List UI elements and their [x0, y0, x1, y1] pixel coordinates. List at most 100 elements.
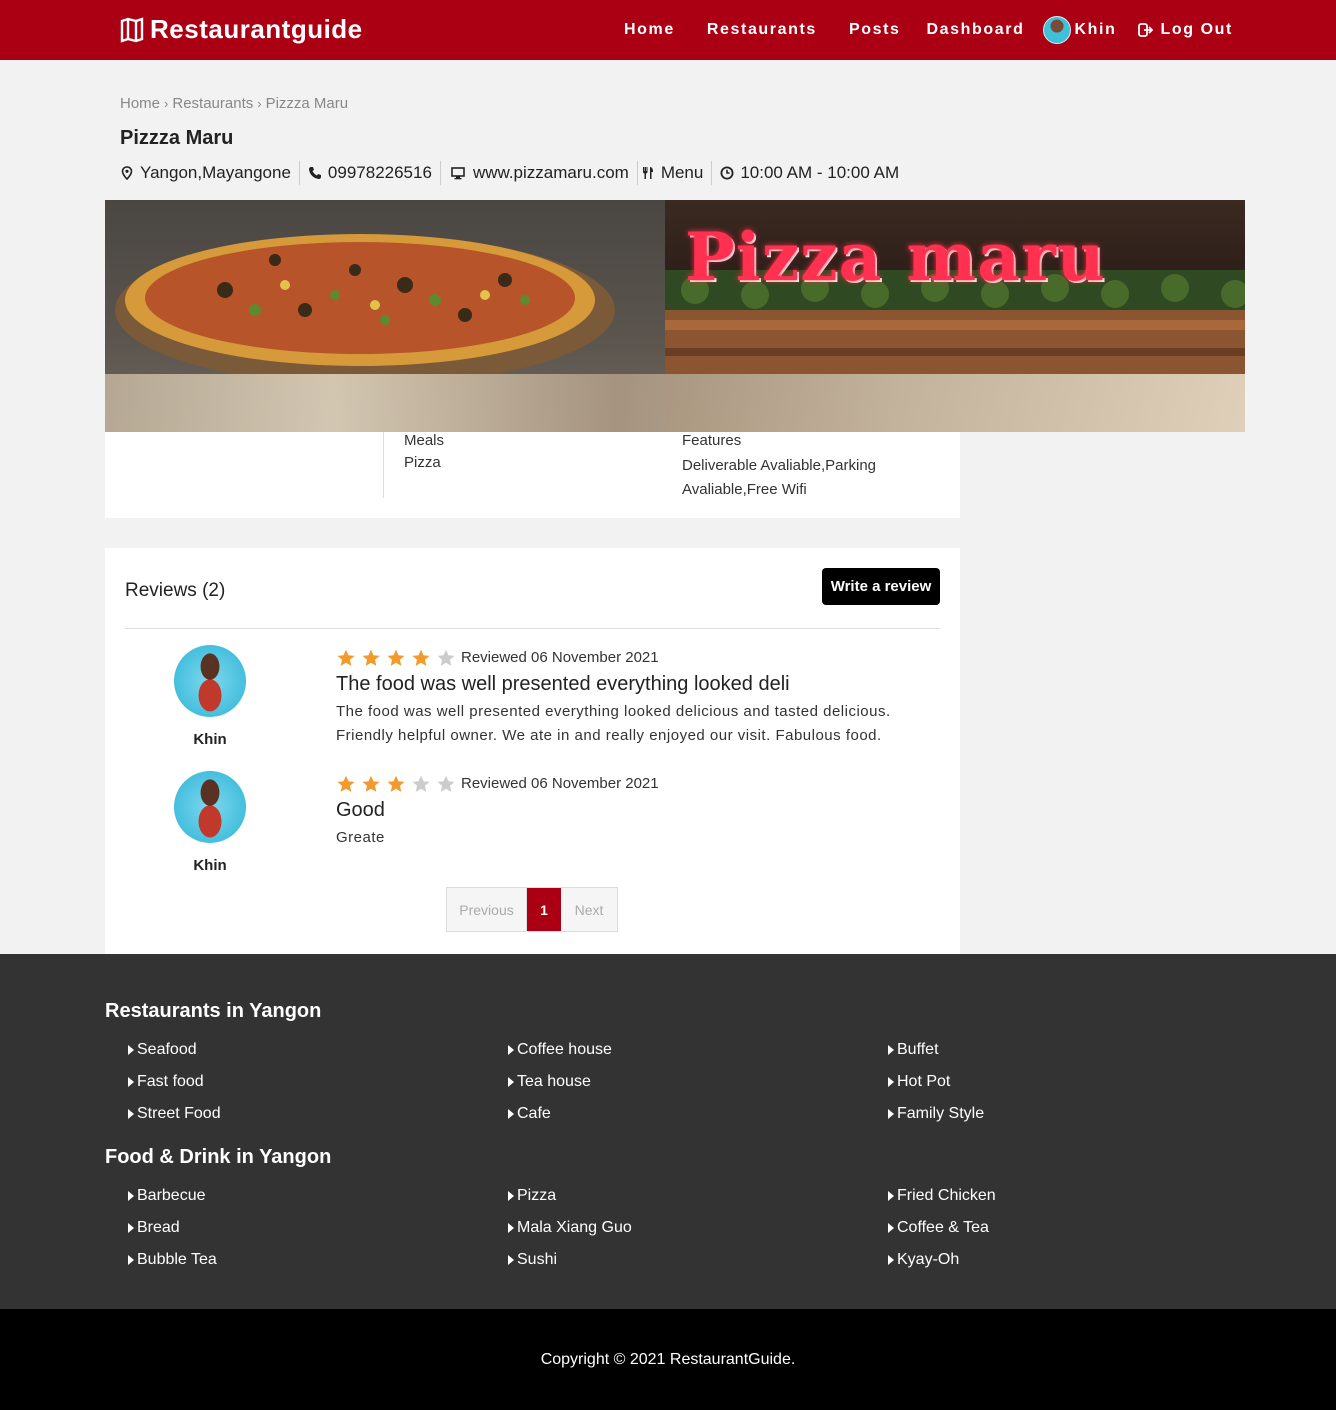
reviewer-avatar[interactable] [174, 771, 246, 843]
nav-restaurants-link[interactable]: Restaurants [707, 21, 817, 39]
pagination-previous[interactable]: Previous [447, 888, 527, 931]
details-divider [383, 432, 384, 498]
footer-section-title: Food & Drink in Yangon [105, 1146, 332, 1168]
cutlery-icon [642, 167, 653, 179]
website-info: www.pizzamaru.com [441, 161, 638, 185]
footer-link[interactable]: Hot Pot [888, 1073, 950, 1091]
write-review-button[interactable]: Write a review [822, 568, 940, 605]
rating-stars [336, 775, 456, 793]
footer-link-label: Buffet [897, 1041, 939, 1058]
clock-icon [720, 166, 734, 180]
star-empty-icon [412, 775, 430, 792]
star-filled-icon [412, 649, 430, 666]
hours-text: 10:00 AM - 10:00 AM [740, 163, 900, 182]
footer-link-label: Street Food [137, 1105, 221, 1122]
nav-dashboard-link[interactable]: Dashboard [927, 21, 1025, 39]
caret-right-icon [888, 1077, 894, 1087]
footer-section-title: Restaurants in Yangon [105, 1000, 322, 1022]
footer-link[interactable]: Cafe [508, 1105, 551, 1123]
star-filled-icon [387, 649, 405, 666]
nav-user-menu[interactable]: Khin [1042, 16, 1117, 44]
banner-sign-text: Pizza maru [685, 218, 1106, 296]
breadcrumb-restaurants[interactable]: Restaurants [172, 95, 253, 112]
reviewer-avatar[interactable] [174, 645, 246, 717]
footer-link[interactable]: Sushi [508, 1251, 557, 1269]
caret-right-icon [508, 1045, 514, 1055]
caret-right-icon [508, 1077, 514, 1087]
nav-posts-link[interactable]: Posts [849, 21, 901, 39]
caret-right-icon [888, 1191, 894, 1201]
user-avatar [1042, 16, 1071, 44]
phone-text[interactable]: 09978226516 [328, 163, 432, 183]
footer-link[interactable]: Family Style [888, 1105, 984, 1123]
breadcrumb: Home › Restaurants › Pizzza Maru [120, 95, 348, 112]
breadcrumb-current: Pizzza Maru [265, 95, 349, 112]
star-empty-icon [437, 649, 455, 666]
reviews-divider [125, 628, 940, 629]
reviews-pagination: Previous 1 Next [446, 887, 618, 932]
brand-logo[interactable]: Restaurantguide [120, 14, 363, 45]
caret-right-icon [128, 1077, 134, 1087]
menu-link[interactable]: Menu [661, 163, 704, 183]
footer-link[interactable]: Mala Xiang Guo [508, 1219, 632, 1237]
copyright-text: Copyright © 2021 RestaurantGuide. [540, 1351, 796, 1368]
chevron-right-icon: › [257, 96, 262, 111]
footer-link[interactable]: Street Food [128, 1105, 221, 1123]
pagination-next[interactable]: Next [561, 888, 617, 931]
reviewer-name[interactable]: Khin [174, 731, 246, 748]
star-filled-icon [362, 649, 380, 666]
footer-link-label: Family Style [897, 1105, 985, 1122]
logout-label: Log Out [1160, 21, 1233, 38]
caret-right-icon [888, 1109, 894, 1119]
star-filled-icon [387, 775, 405, 792]
meals-value: Pizza [404, 454, 441, 471]
footer-link[interactable]: Coffee & Tea [888, 1219, 989, 1237]
chevron-right-icon: › [164, 96, 169, 111]
footer-link[interactable]: Kyay-Oh [888, 1251, 959, 1269]
brand-name: Restaurantguide [150, 14, 363, 44]
footer-link[interactable]: Fast food [128, 1073, 204, 1091]
star-filled-icon [362, 775, 380, 792]
website-link[interactable]: www.pizzamaru.com [473, 163, 629, 183]
nav-user-name: Khin [1074, 21, 1117, 38]
footer-link-label: Coffee & Tea [897, 1219, 989, 1236]
footer-link-label: Sushi [517, 1251, 558, 1268]
footer-link-label: Pizza [517, 1187, 557, 1204]
caret-right-icon [888, 1255, 894, 1265]
review-title: Good [336, 799, 385, 821]
top-navbar: Restaurantguide Home Restaurants Posts D… [0, 0, 1336, 60]
caret-right-icon [508, 1255, 514, 1265]
sign-out-icon [1138, 23, 1154, 37]
restaurant-info-row: Yangon,Mayangone 09978226516 www.pizzama… [120, 161, 907, 185]
footer-link[interactable]: Bubble Tea [128, 1251, 217, 1269]
reviews-heading: Reviews (2) [125, 580, 226, 601]
footer-link[interactable]: Barbecue [128, 1187, 206, 1205]
rating-stars [336, 649, 456, 667]
pagination-page-1[interactable]: 1 [527, 888, 561, 931]
breadcrumb-home[interactable]: Home [120, 95, 160, 112]
features-value: Deliverable Avaliable,Parking Avaliable,… [682, 457, 877, 498]
footer-link-label: Seafood [137, 1041, 197, 1058]
reviewer-name[interactable]: Khin [174, 857, 246, 874]
review-body: The food was well presented everything l… [336, 703, 891, 744]
nav-home-link[interactable]: Home [624, 21, 675, 39]
logout-link[interactable]: Log Out [1138, 21, 1233, 39]
footer-link[interactable]: Pizza [508, 1187, 556, 1205]
footer-link[interactable]: Buffet [888, 1041, 939, 1059]
footer-link[interactable]: Coffee house [508, 1041, 612, 1059]
meals-heading: Meals [404, 432, 445, 449]
phone-icon [308, 167, 321, 179]
footer-link-label: Tea house [517, 1073, 591, 1090]
footer-link[interactable]: Fried Chicken [888, 1187, 996, 1205]
footer-link[interactable]: Tea house [508, 1073, 591, 1091]
footer-link-label: Barbecue [137, 1187, 206, 1204]
footer-link[interactable]: Seafood [128, 1041, 197, 1059]
footer-link-label: Cafe [517, 1105, 551, 1122]
review-title: The food was well presented everything l… [336, 673, 790, 695]
reviews-section: Reviews (2) Write a review Khin Reviewed… [105, 548, 960, 954]
footer-link[interactable]: Bread [128, 1219, 180, 1237]
features-heading: Features [682, 432, 742, 449]
caret-right-icon [508, 1191, 514, 1201]
caret-right-icon [128, 1255, 134, 1265]
footer-link-label: Fast food [137, 1073, 204, 1090]
